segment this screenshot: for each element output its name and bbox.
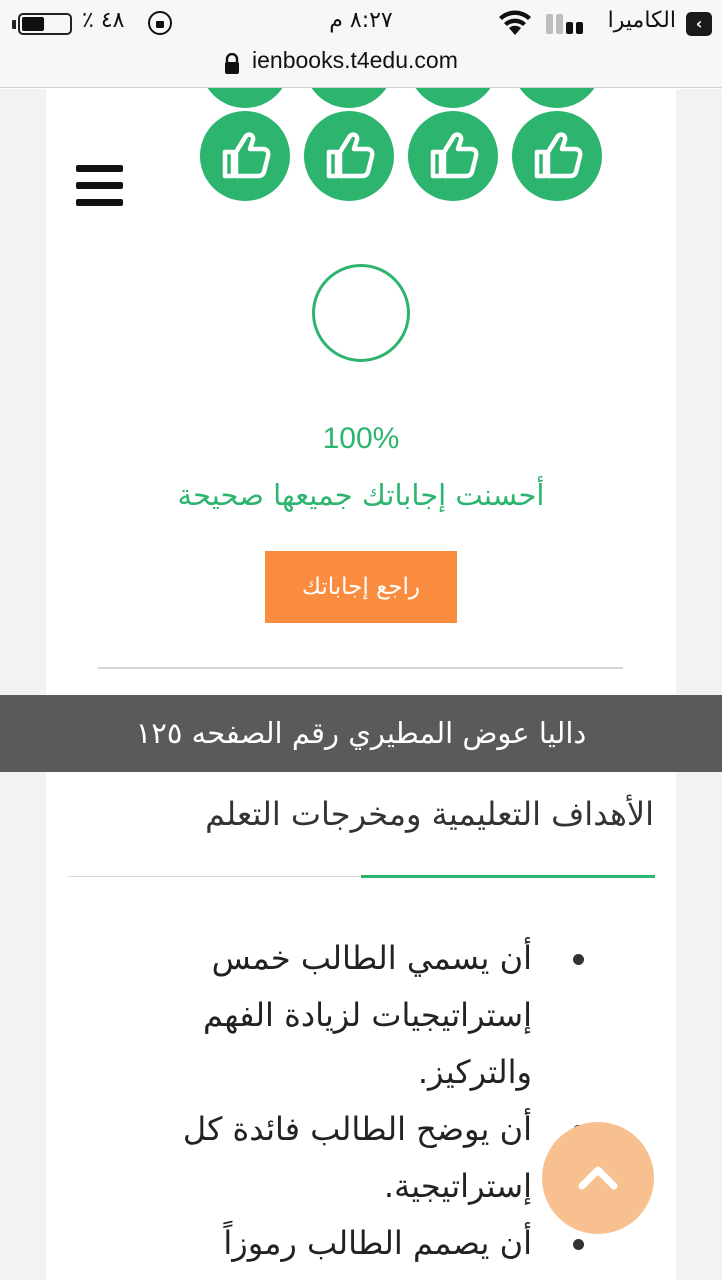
battery-percent: ٤٨ ٪ <box>82 8 125 33</box>
battery-tip <box>12 20 16 29</box>
rotation-lock-icon <box>148 11 172 35</box>
thumbs-up-icon <box>304 111 394 201</box>
lesson-title: داليا عوض المطيري رقم الصفحه ١٢٥ <box>0 695 722 772</box>
hamburger-menu-icon[interactable] <box>76 165 124 207</box>
score-percent: 100% <box>322 422 400 455</box>
objective-item: أن يصمم الطالب رموزاً <box>110 1215 590 1272</box>
status-bar: ‹ الكاميرا ٨:٢٧ م ٤٨ ٪ <box>0 0 722 44</box>
thumbs-up-icon <box>200 111 290 201</box>
address-bar[interactable]: ienbooks.t4edu.com <box>0 44 722 88</box>
score-ring <box>312 264 410 362</box>
thumbs-up-icon <box>408 111 498 201</box>
objectives-heading: الأهداف التعليمية ومخرجات التعلم <box>205 795 654 833</box>
lock-icon <box>225 53 239 74</box>
scroll-to-top-button[interactable] <box>542 1122 654 1234</box>
objective-item: أن يسمي الطالب خمس إستراتيجيات لزيادة ال… <box>110 930 590 1101</box>
result-message: أحسنت إجاباتك جميعها صحيحة <box>177 478 545 512</box>
battery-icon <box>18 13 72 35</box>
thumbs-up-icon <box>512 111 602 201</box>
divider <box>98 667 623 669</box>
heading-accent-bar <box>361 875 655 878</box>
url-text[interactable]: ienbooks.t4edu.com <box>252 47 458 74</box>
objectives-list: أن يسمي الطالب خمس إستراتيجيات لزيادة ال… <box>110 930 590 1272</box>
review-answers-button[interactable]: راجع إجاباتك <box>265 551 457 623</box>
battery-fill <box>22 17 44 31</box>
chevron-up-icon <box>578 1166 618 1190</box>
objective-item: أن يوضح الطالب فائدة كل إستراتيجية. <box>110 1101 590 1215</box>
